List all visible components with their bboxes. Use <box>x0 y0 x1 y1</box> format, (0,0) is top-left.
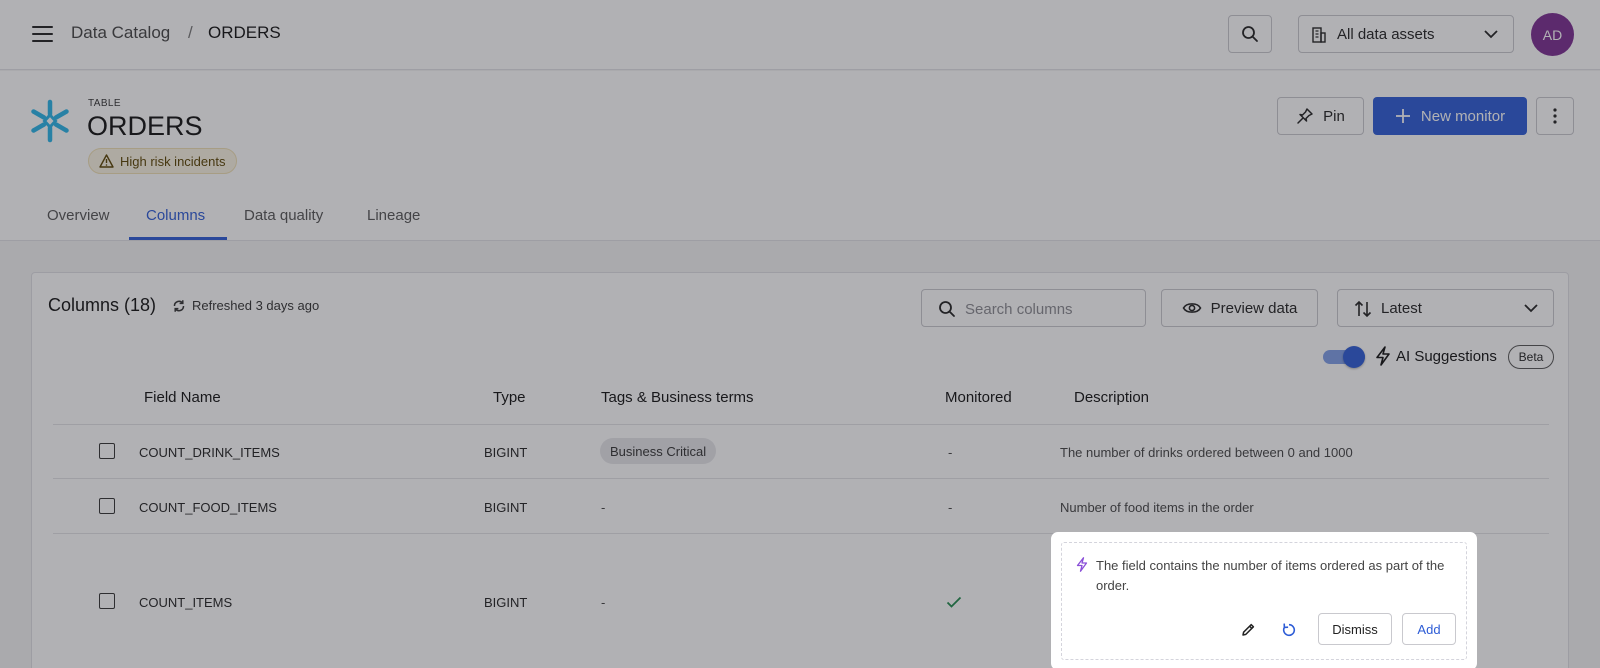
search-icon <box>1242 26 1258 42</box>
data-assets-select[interactable]: All data assets <box>1298 15 1514 53</box>
preview-data-button[interactable]: Preview data <box>1161 289 1318 327</box>
lightning-icon <box>1376 346 1390 366</box>
pin-label: Pin <box>1323 107 1345 125</box>
header-field-name[interactable]: Field Name <box>144 389 221 406</box>
eye-icon <box>1182 303 1202 313</box>
sort-icon <box>1354 300 1372 318</box>
search-columns-placeholder: Search columns <box>965 301 1073 318</box>
header-monitored[interactable]: Monitored <box>945 389 1012 406</box>
row-divider <box>53 424 1549 425</box>
field-description[interactable]: Number of food items in the order <box>1060 500 1254 515</box>
search-icon <box>939 301 955 317</box>
ai-suggestion-card: The field contains the number of items o… <box>1055 536 1473 666</box>
search-columns-input[interactable]: Search columns <box>921 289 1146 327</box>
top-bar: Data Catalog / ORDERS All data assets AD <box>0 0 1600 70</box>
data-assets-label: All data assets <box>1337 26 1435 43</box>
columns-count-title: Columns (18) <box>48 295 157 315</box>
pin-icon <box>1297 108 1313 124</box>
breadcrumb-data-catalog[interactable]: Data Catalog <box>71 23 170 43</box>
sort-value: Latest <box>1381 300 1422 317</box>
header-type[interactable]: Type <box>493 389 526 406</box>
pin-button[interactable]: Pin <box>1277 97 1364 135</box>
breadcrumb-separator: / <box>188 23 193 42</box>
add-button[interactable]: Add <box>1402 613 1456 645</box>
refresh-label: Refreshed 3 days ago <box>192 298 320 313</box>
tab-lineage[interactable]: Lineage <box>367 207 420 224</box>
monitored-value: - <box>948 500 953 515</box>
asset-kind: TABLE <box>88 98 121 109</box>
refresh-status: Refreshed 3 days ago <box>172 298 319 313</box>
field-name[interactable]: COUNT_ITEMS <box>139 595 232 610</box>
breadcrumb-current: ORDERS <box>208 23 281 42</box>
row-checkbox[interactable] <box>99 593 115 609</box>
more-vertical-icon <box>1553 108 1557 124</box>
tag-label: Business Critical <box>610 443 707 459</box>
tab-data-quality[interactable]: Data quality <box>244 207 323 224</box>
ai-suggestions-label: AI Suggestions <box>1375 346 1497 366</box>
preview-data-label: Preview data <box>1210 299 1298 317</box>
lightning-icon <box>1076 557 1088 572</box>
field-type: BIGINT <box>484 595 528 610</box>
sort-select[interactable]: Latest <box>1337 289 1554 327</box>
refresh-icon <box>173 299 185 312</box>
ai-suggestions-text: AI Suggestions <box>1396 347 1497 365</box>
asset-header: TABLE ORDERS High risk incidents Pin New… <box>0 71 1600 241</box>
check-icon <box>946 596 962 608</box>
new-monitor-button[interactable]: New monitor <box>1373 97 1527 135</box>
toggle-knob <box>1343 346 1365 368</box>
new-monitor-label: New monitor <box>1420 107 1506 125</box>
plus-icon <box>1395 109 1410 123</box>
dismiss-button[interactable]: Dismiss <box>1318 613 1392 645</box>
row-divider <box>53 533 1549 534</box>
warning-icon <box>99 154 114 168</box>
global-search-button[interactable] <box>1228 15 1272 53</box>
pencil-icon <box>1242 623 1255 636</box>
business-critical-tag[interactable]: Business Critical <box>600 438 717 464</box>
chevron-down-icon <box>1524 304 1538 313</box>
row-divider <box>53 478 1549 479</box>
regenerate-icon <box>1282 623 1296 637</box>
edit-suggestion-button[interactable] <box>1237 619 1259 641</box>
row-checkbox[interactable] <box>99 443 115 459</box>
monitored-value: - <box>948 445 953 460</box>
row-checkbox[interactable] <box>99 498 115 514</box>
header-description[interactable]: Description <box>1074 389 1149 406</box>
beta-badge: Beta <box>1508 345 1554 369</box>
active-tab-indicator <box>129 237 227 240</box>
building-icon <box>1312 27 1326 43</box>
tags-value: - <box>601 595 606 610</box>
tab-overview[interactable]: Overview <box>47 207 110 224</box>
regenerate-suggestion-button[interactable] <box>1278 619 1300 641</box>
risk-badge[interactable]: High risk incidents <box>88 148 237 174</box>
field-name[interactable]: COUNT_DRINK_ITEMS <box>139 445 280 460</box>
page: Data Catalog / ORDERS All data assets AD… <box>0 0 1600 668</box>
tab-columns[interactable]: Columns <box>146 207 205 224</box>
page-title: ORDERS <box>87 111 203 141</box>
field-type: BIGINT <box>484 445 528 460</box>
chevron-down-icon <box>1484 30 1498 39</box>
field-type: BIGINT <box>484 500 528 515</box>
ai-suggestions-toggle[interactable] <box>1323 346 1365 368</box>
more-options-button[interactable] <box>1536 97 1574 135</box>
snowflake-icon <box>31 99 69 143</box>
field-name[interactable]: COUNT_FOOD_ITEMS <box>139 500 277 515</box>
avatar[interactable]: AD <box>1531 13 1574 56</box>
ai-suggestion-frame: The field contains the number of items o… <box>1061 542 1467 660</box>
header-tags[interactable]: Tags & Business terms <box>601 389 754 406</box>
risk-badge-label: High risk incidents <box>120 153 226 169</box>
field-description[interactable]: The number of drinks ordered between 0 a… <box>1060 445 1353 460</box>
menu-icon[interactable] <box>32 25 53 43</box>
tags-value: - <box>601 500 606 515</box>
ai-suggestion-text: The field contains the number of items o… <box>1096 558 1445 593</box>
